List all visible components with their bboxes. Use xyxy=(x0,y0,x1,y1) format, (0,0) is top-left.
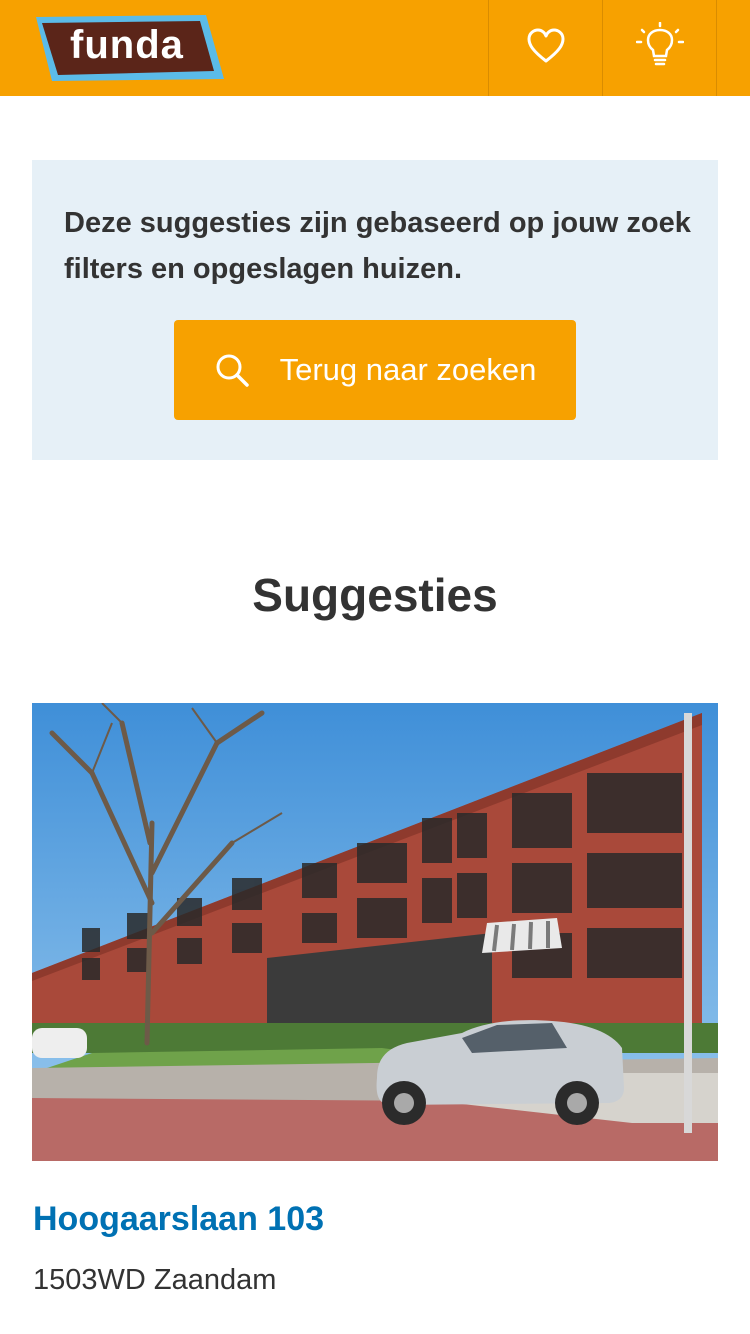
logo-text: funda xyxy=(70,23,184,67)
listing-address[interactable]: Hoogaarslaan 103 xyxy=(33,1200,324,1239)
lightbulb-icon xyxy=(635,21,685,75)
listing-photo[interactable] xyxy=(32,703,718,1161)
tips-button[interactable] xyxy=(602,0,717,96)
info-text: Deze suggesties zijn gebaseerd op jouw z… xyxy=(64,207,691,285)
search-icon xyxy=(214,352,250,388)
back-to-search-button[interactable]: Terug naar zoeken xyxy=(174,320,576,420)
top-bar: funda xyxy=(0,0,750,96)
header-divider xyxy=(716,0,717,96)
back-to-search-label: Terug naar zoeken xyxy=(279,352,537,387)
section-title: Suggesties xyxy=(252,569,498,621)
favorites-button[interactable] xyxy=(488,0,603,96)
suggestions-info-panel: Deze suggesties zijn gebaseerd op jouw z… xyxy=(32,160,718,460)
funda-logo[interactable]: funda xyxy=(30,13,226,83)
heart-icon xyxy=(527,28,565,69)
listing-city: 1503WD Zaandam xyxy=(33,1264,277,1296)
